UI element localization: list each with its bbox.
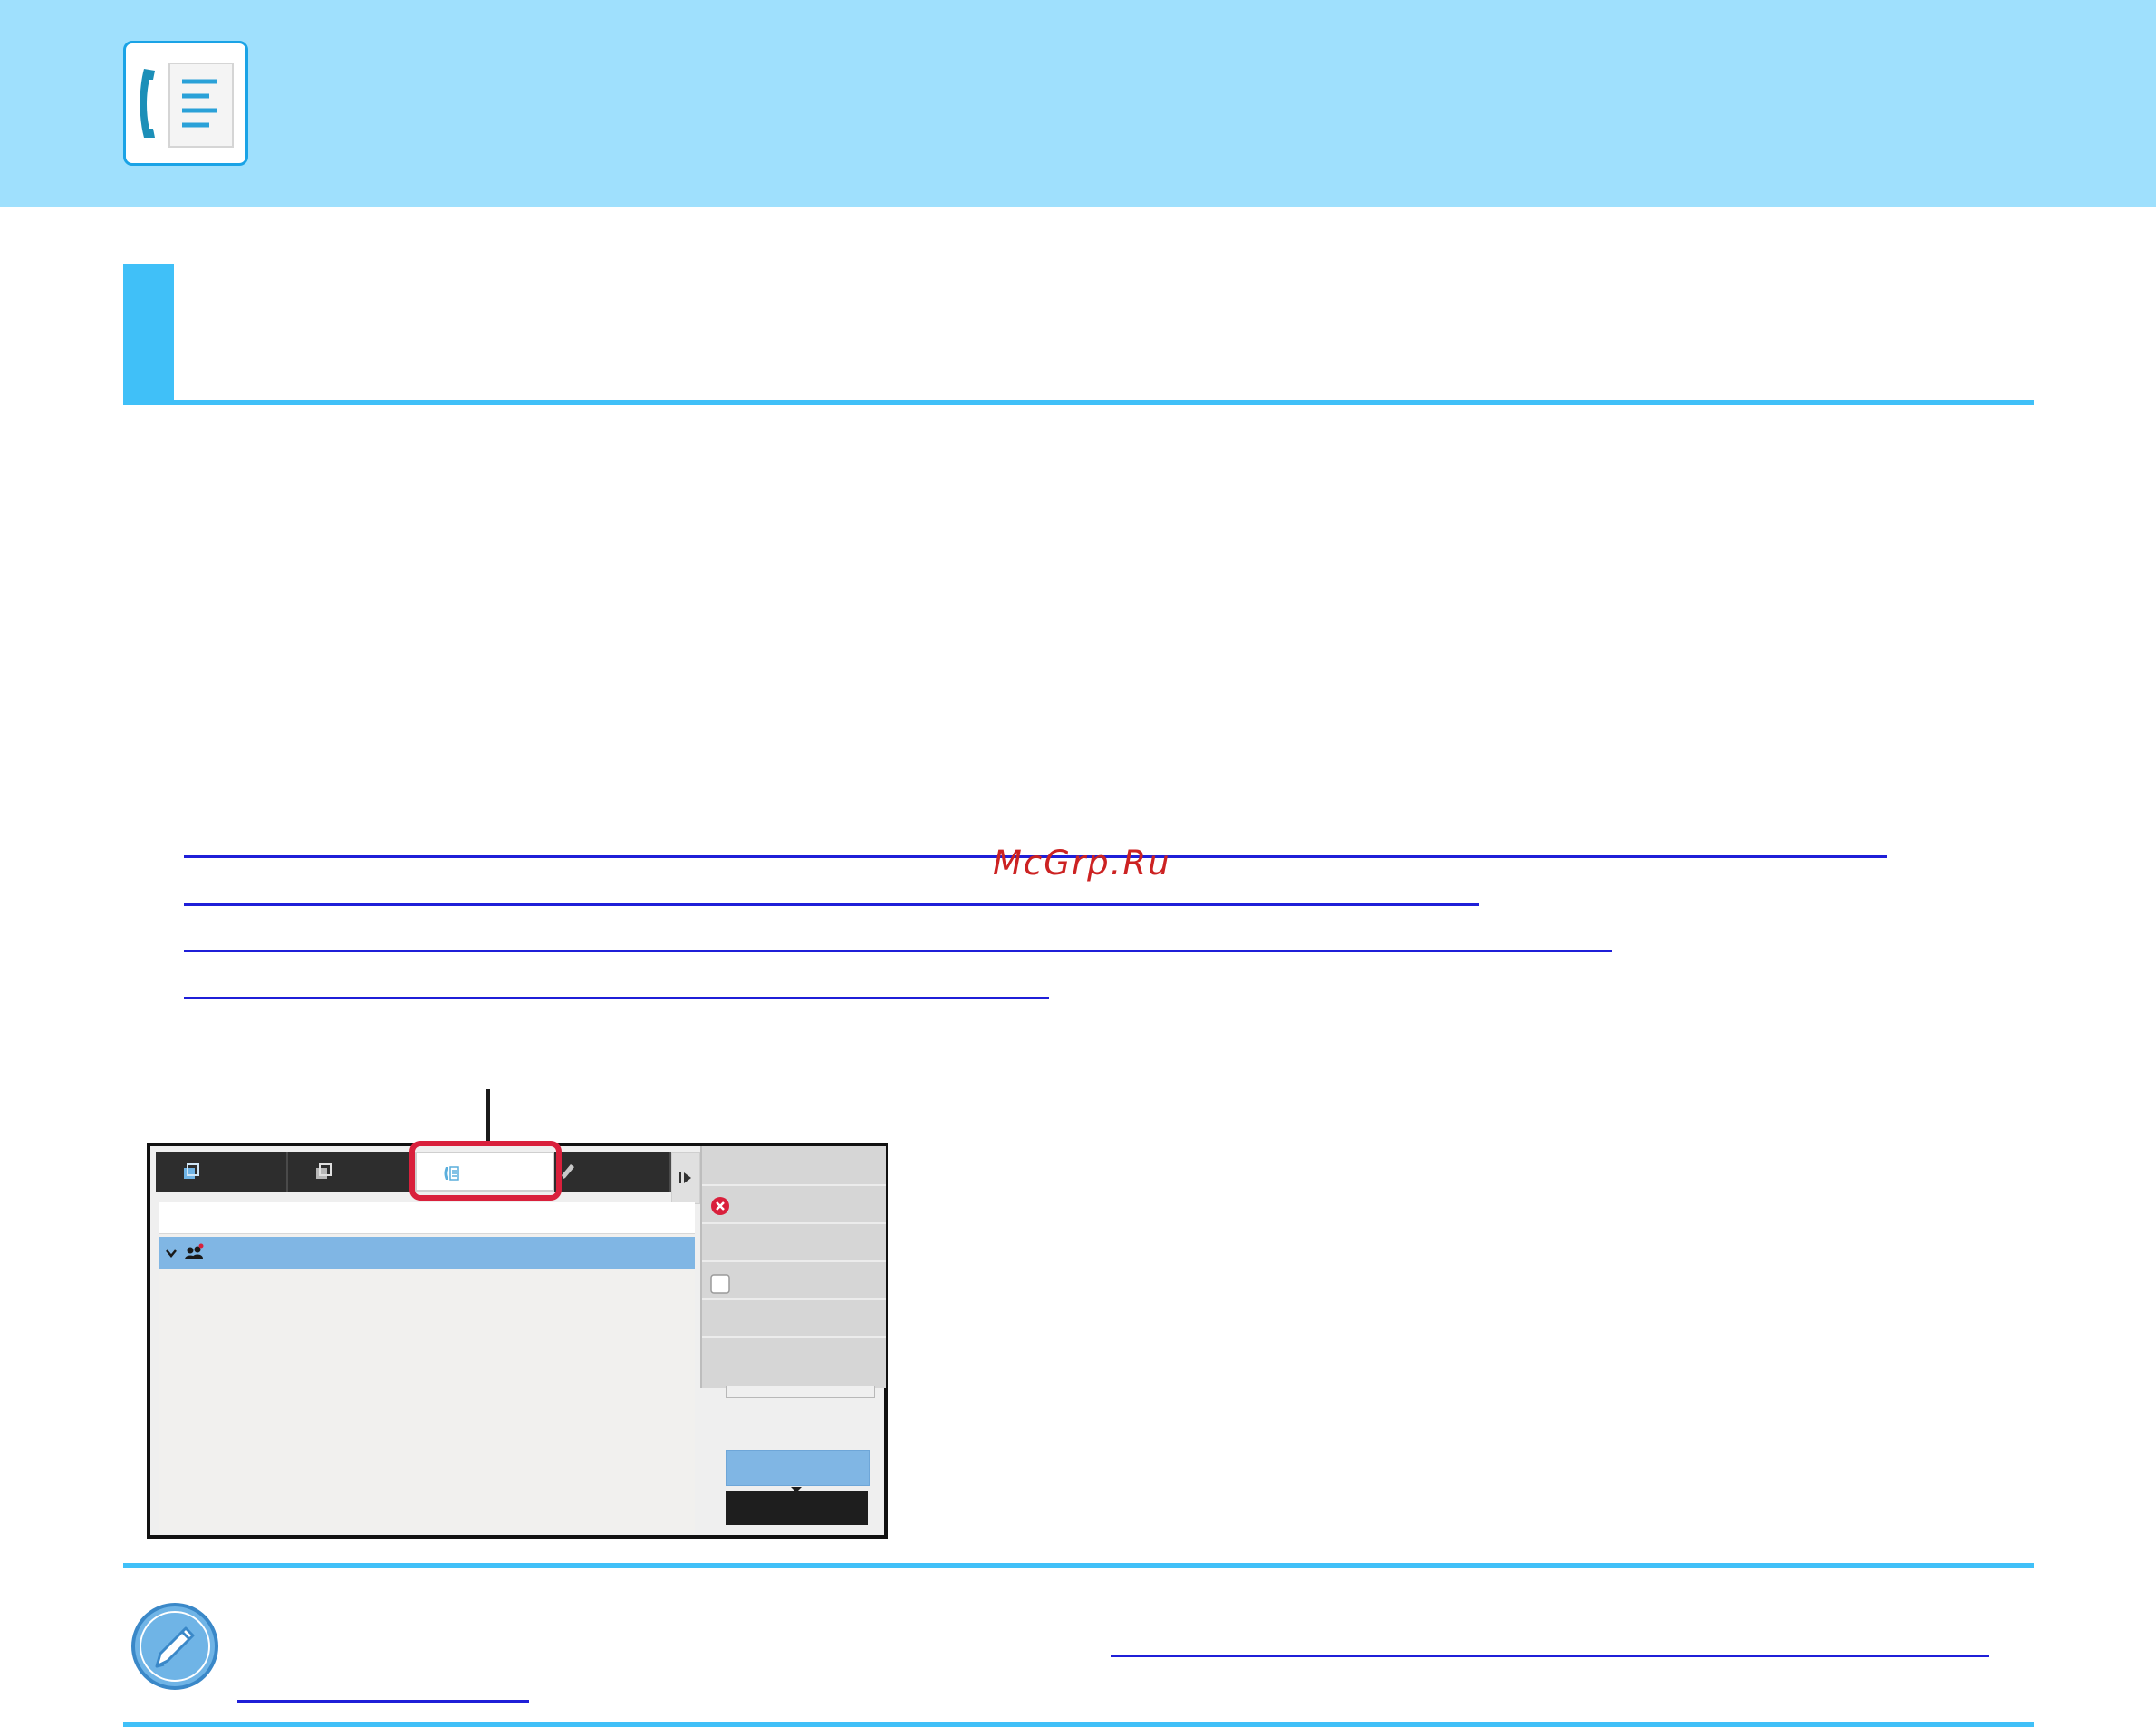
note-link-underline-1[interactable]	[1111, 1655, 1989, 1657]
pencil-note-icon	[131, 1603, 218, 1690]
side-dark-button[interactable]	[726, 1487, 868, 1525]
side-item-3[interactable]	[702, 1260, 886, 1298]
chevron-down-icon	[166, 1249, 177, 1258]
copy-icon	[184, 1163, 199, 1179]
section-title-rule	[123, 400, 2034, 405]
highlight-box	[409, 1141, 562, 1201]
checkbox-icon[interactable]	[709, 1273, 731, 1295]
screen-illustration	[147, 1141, 888, 1539]
link-underline-2[interactable]	[184, 903, 1479, 906]
list-header-row	[159, 1202, 695, 1234]
tab-copy[interactable]	[156, 1152, 288, 1192]
callout-line	[486, 1089, 490, 1142]
note-rule-top	[123, 1563, 2034, 1568]
link-underline-4[interactable]	[184, 997, 1049, 999]
tab-edit[interactable]	[554, 1152, 671, 1192]
address-list	[159, 1202, 695, 1533]
tab-next-arrow-icon	[679, 1172, 691, 1183]
tab-next-button[interactable]	[671, 1152, 700, 1204]
caret-down-icon	[791, 1487, 802, 1492]
header-band	[0, 0, 2156, 207]
watermark: McGrp.Ru	[993, 844, 1171, 883]
side-action-button[interactable]	[726, 1450, 870, 1486]
scan-icon	[316, 1163, 332, 1179]
tab-scan[interactable]	[288, 1152, 415, 1192]
error-icon	[711, 1197, 729, 1215]
side-item-2[interactable]	[702, 1222, 886, 1260]
note-link-underline-2[interactable]	[237, 1700, 529, 1703]
group-icon	[185, 1243, 204, 1259]
side-panel-shadow	[726, 1386, 875, 1398]
side-item-4[interactable]	[702, 1298, 886, 1336]
section-title-marker	[123, 264, 174, 405]
list-item-selected[interactable]	[159, 1237, 695, 1269]
note-rule-bottom	[123, 1722, 2034, 1727]
side-item-1[interactable]	[702, 1184, 886, 1222]
link-underline-3[interactable]	[184, 950, 1612, 952]
fax-document-icon	[123, 41, 248, 166]
side-panel	[700, 1146, 886, 1388]
side-item-5[interactable]	[702, 1336, 886, 1375]
